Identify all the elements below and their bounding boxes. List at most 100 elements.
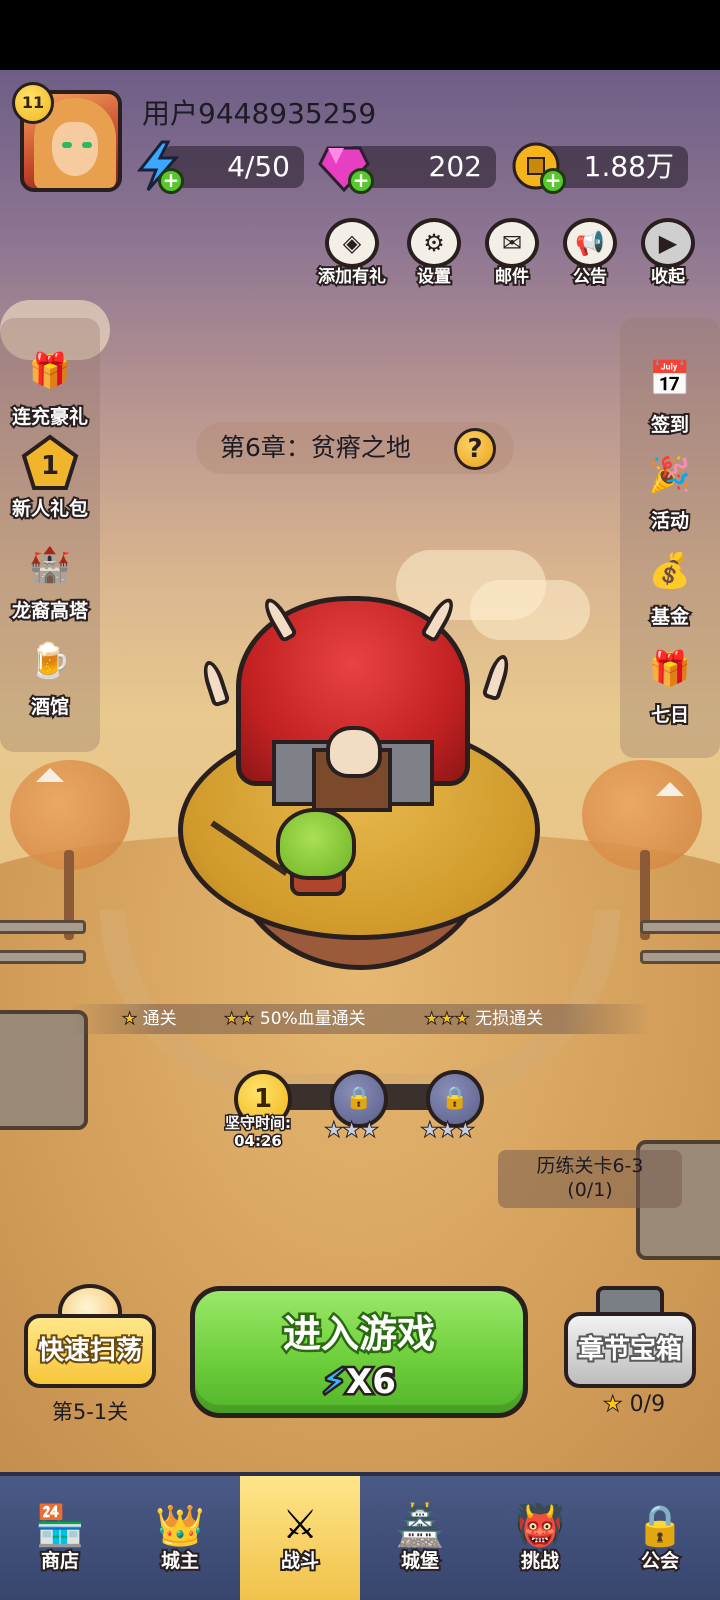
add-gift-label: 添加有礼 bbox=[316, 265, 388, 289]
left-menu-dragon-tower[interactable]: 🏰 龙裔高塔 bbox=[2, 536, 98, 624]
collapse-label: 收起 bbox=[649, 265, 687, 289]
left-menu-newbie-pack[interactable]: 1 新人礼包 bbox=[2, 434, 98, 522]
seven-day-gift-icon: 🎁 bbox=[648, 649, 692, 689]
star-icon: ★ bbox=[602, 1392, 623, 1418]
nav-label: 挑战 bbox=[519, 1548, 561, 1574]
condition-stars: ★★★ bbox=[424, 1009, 471, 1030]
settings-button[interactable]: ⚙ 设置 bbox=[398, 218, 470, 289]
fence bbox=[640, 920, 720, 934]
training-stage-label: 历练关卡6-3 bbox=[536, 1155, 644, 1177]
newbie-pack-icon: 1 bbox=[21, 434, 79, 492]
quick-sweep-button[interactable]: 快速扫荡 bbox=[24, 1314, 156, 1388]
condition-label: 通关 bbox=[142, 1009, 177, 1029]
level-badge: 11 bbox=[12, 82, 54, 124]
training-stage-sign[interactable]: 历练关卡6-3 (0/1) bbox=[498, 1150, 682, 1208]
stage-node-3-stars: ★★★ bbox=[419, 1118, 475, 1144]
right-menu-fund[interactable]: 💰 基金 bbox=[622, 542, 718, 630]
nav-challenge[interactable]: 👹 挑战 bbox=[480, 1476, 600, 1600]
settings-label: 设置 bbox=[415, 265, 453, 289]
calendar-icon: 📅 bbox=[648, 359, 692, 399]
announcement-button[interactable]: 📢 公告 bbox=[554, 218, 626, 289]
left-menu-tavern[interactable]: 🍺 酒馆 bbox=[2, 632, 98, 720]
avatar-eye bbox=[82, 142, 92, 148]
collapse-play-icon: ▶ bbox=[641, 218, 695, 268]
add-energy-button[interactable]: + bbox=[158, 168, 184, 194]
condition-label: 无损通关 bbox=[475, 1009, 544, 1029]
skull-emblem bbox=[326, 726, 382, 778]
nav-label: 公会 bbox=[639, 1548, 681, 1574]
lock-icon: 🔒 bbox=[441, 1086, 469, 1111]
right-menu-label: 活动 bbox=[649, 508, 691, 534]
chapter-help-button[interactable]: ? bbox=[454, 428, 496, 470]
left-menu-recharge[interactable]: 🎁 连充豪礼 bbox=[2, 342, 98, 430]
condition-stars: ★★ bbox=[223, 1009, 255, 1030]
goblin-enemy bbox=[276, 808, 356, 880]
training-stage-progress: (0/1) bbox=[567, 1179, 613, 1201]
right-menu-label: 基金 bbox=[649, 604, 691, 630]
nav-castle[interactable]: 🏯 城堡 bbox=[360, 1476, 480, 1600]
left-menu-label: 新人礼包 bbox=[10, 496, 90, 522]
money-bag-icon: 💰 bbox=[648, 551, 692, 591]
cloud bbox=[470, 580, 590, 640]
collapse-button[interactable]: ▶ 收起 bbox=[632, 218, 704, 289]
enter-game-cost: ⚡X6 bbox=[195, 1360, 523, 1405]
mail-button[interactable]: ✉ 邮件 bbox=[476, 218, 548, 289]
right-menu-label: 签到 bbox=[649, 412, 691, 438]
left-menu-collapse-arrow-icon[interactable] bbox=[36, 768, 64, 782]
newbie-pack-badge: 1 bbox=[41, 451, 59, 481]
nav-label: 战斗 bbox=[279, 1548, 321, 1574]
right-menu-collapse-arrow-icon[interactable] bbox=[656, 782, 684, 796]
bottom-nav: 🏪 商店 👑 城主 ⚔ 战斗 🏯 城堡 👹 挑战 🔒 公会 bbox=[0, 1472, 720, 1600]
nav-guild[interactable]: 🔒 公会 bbox=[600, 1476, 720, 1600]
right-menu-checkin[interactable]: 📅 签到 bbox=[622, 350, 718, 438]
chapter-chest-button[interactable]: 章节宝箱 bbox=[564, 1312, 696, 1388]
sweep-stage-label: 第5-1关 bbox=[51, 1400, 129, 1424]
condition-2: ★★ 50%血量通关 bbox=[223, 1004, 366, 1034]
star-conditions-bar: ★ 通关 ★★ 50%血量通关 ★★★ 无损通关 bbox=[68, 1004, 652, 1034]
enter-game-label: 进入游戏 bbox=[280, 1310, 437, 1359]
hold-time-label: 坚守时间: bbox=[224, 1113, 293, 1134]
tower-icon: 🏰 bbox=[28, 545, 72, 585]
event-gift-icon: 🎉 bbox=[648, 455, 692, 495]
hold-time-value: 04:26 bbox=[233, 1131, 284, 1152]
fence bbox=[0, 950, 86, 964]
pentagon-badge-icon: 1 bbox=[21, 434, 79, 490]
nav-battle[interactable]: ⚔ 战斗 bbox=[240, 1476, 360, 1600]
fence bbox=[640, 950, 720, 964]
add-gold-button[interactable]: + bbox=[540, 168, 566, 194]
nav-label: 商店 bbox=[39, 1548, 81, 1574]
nav-lord[interactable]: 👑 城主 bbox=[120, 1476, 240, 1600]
gift-box-icon: 🎁 bbox=[28, 351, 72, 391]
condition-label: 50%血量通关 bbox=[259, 1009, 366, 1029]
right-menu-events[interactable]: 🎉 活动 bbox=[622, 446, 718, 534]
right-menu-label: 七日 bbox=[649, 702, 691, 728]
left-menu-label: 龙裔高塔 bbox=[10, 598, 90, 624]
add-gems-button[interactable]: + bbox=[348, 168, 374, 194]
add-gift-button[interactable]: ◈ 添加有礼 bbox=[316, 218, 388, 289]
lock-icon: 🔒 bbox=[345, 1086, 373, 1111]
nav-label: 城主 bbox=[159, 1548, 201, 1574]
gold-value: 1.88万 bbox=[583, 150, 674, 183]
gear-icon: ⚙ bbox=[407, 218, 461, 268]
enter-game-cost-value: X6 bbox=[344, 1360, 399, 1405]
right-menu-seven-day[interactable]: 🎁 七日 bbox=[622, 640, 718, 728]
energy-value: 4/50 bbox=[227, 150, 290, 183]
gems-value: 202 bbox=[428, 150, 482, 183]
mail-label: 邮件 bbox=[493, 265, 531, 289]
condition-1: ★ 通关 bbox=[121, 1004, 177, 1034]
enter-game-button[interactable]: 进入游戏 ⚡X6 bbox=[190, 1286, 528, 1418]
beer-mug-icon: 🍺 bbox=[28, 641, 72, 681]
username: 用户9448935259 bbox=[142, 97, 377, 130]
diamond-gift-icon: ◈ bbox=[325, 218, 379, 268]
avatar-face bbox=[52, 122, 98, 176]
hold-time: 坚守时间: 04:26 bbox=[212, 1113, 304, 1152]
mail-icon: ✉ bbox=[485, 218, 539, 268]
nav-shop[interactable]: 🏪 商店 bbox=[0, 1476, 120, 1600]
announcement-label: 公告 bbox=[571, 265, 609, 289]
lightning-icon: ⚡ bbox=[320, 1360, 349, 1405]
condition-3: ★★★ 无损通关 bbox=[424, 1004, 544, 1034]
chapter-chest-stars: ★ 0/9 bbox=[584, 1392, 684, 1418]
stage-node-2-stars: ★★★ bbox=[323, 1118, 379, 1144]
condition-stars: ★ bbox=[121, 1009, 138, 1030]
nav-label: 城堡 bbox=[399, 1548, 441, 1574]
